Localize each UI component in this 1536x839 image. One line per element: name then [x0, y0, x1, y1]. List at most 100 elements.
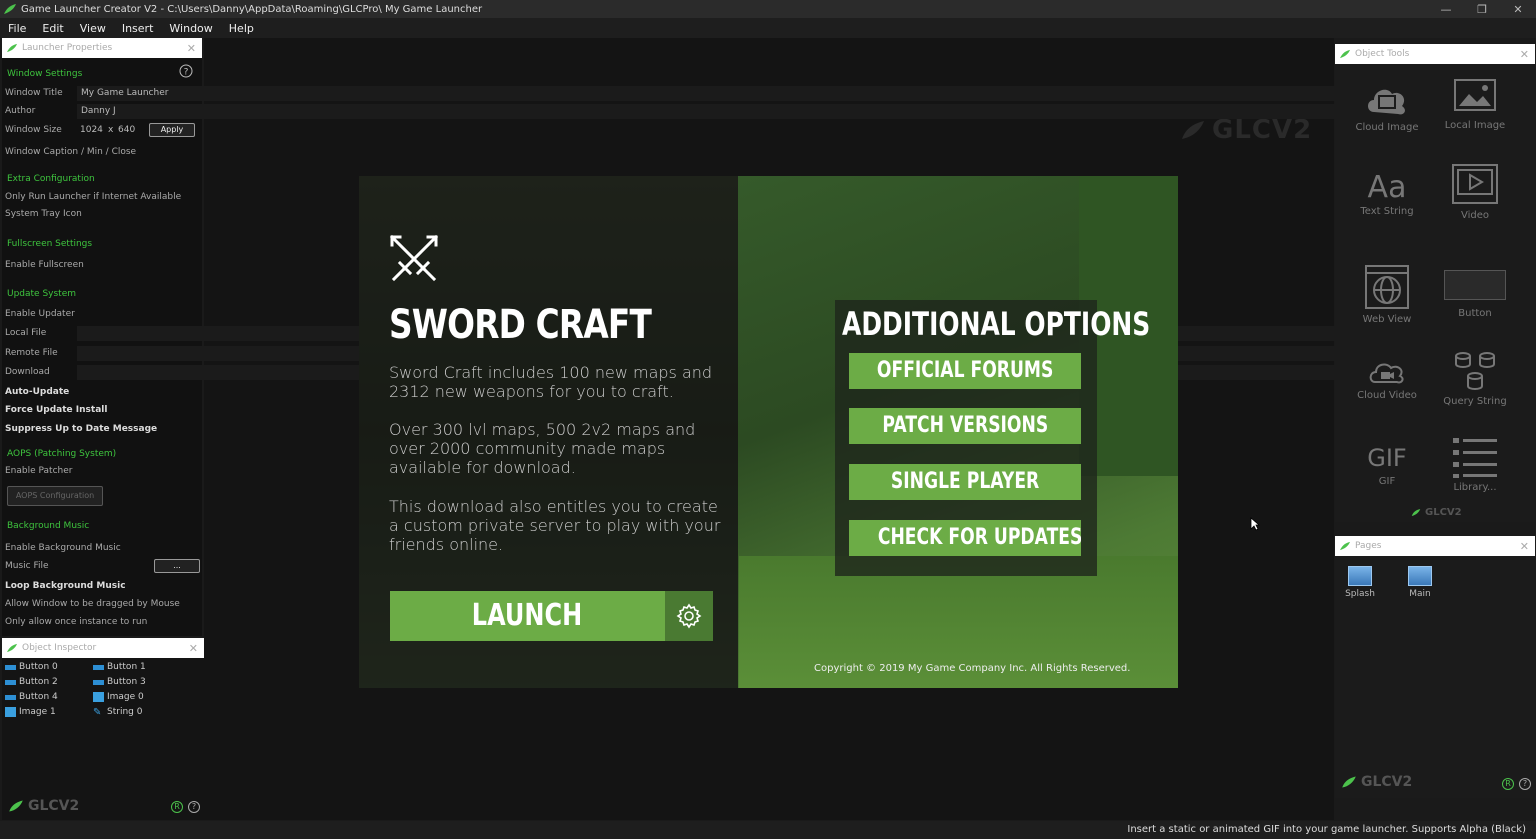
cloud-image-icon — [1368, 89, 1405, 115]
reset-icon[interactable]: R — [171, 801, 183, 813]
inspector-item[interactable]: Button 1 — [93, 662, 146, 672]
height-input[interactable]: 640 — [118, 125, 135, 135]
launcher-para-3: This download also entitles you to creat… — [389, 497, 721, 554]
button-icon — [93, 664, 104, 670]
menu-help[interactable]: Help — [221, 22, 262, 35]
page-splash[interactable]: Splash — [1340, 566, 1380, 599]
window-title-row: Window Title My Game Launcher — [5, 85, 1528, 101]
page-main[interactable]: Main — [1400, 566, 1440, 599]
panel-title: Object Inspector — [22, 643, 97, 653]
glc-leaf-icon — [1342, 776, 1356, 788]
local-image-icon — [1454, 79, 1496, 111]
help-icon[interactable]: ? — [1519, 778, 1531, 790]
button-icon — [93, 679, 104, 685]
menu-file[interactable]: File — [0, 22, 34, 35]
object-tools-header: Object Tools ✕ — [1335, 44, 1535, 64]
leaf-icon — [1340, 49, 1350, 59]
single-player-button[interactable]: SINGLE PLAYER — [849, 464, 1081, 500]
panel-title: Pages — [1355, 541, 1382, 551]
web-view-icon — [1365, 265, 1409, 309]
launcher-para-1: Sword Craft includes 100 new maps and 23… — [389, 363, 713, 401]
tool-text-string[interactable]: Aa Text String — [1347, 170, 1427, 217]
button-icon — [5, 694, 16, 700]
inspector-item[interactable]: Button 0 — [5, 662, 58, 672]
check-updates-button[interactable]: CHECK FOR UPDATES — [849, 520, 1081, 556]
launcher-title: SWORD CRAFT — [389, 302, 652, 348]
pages-header: Pages ✕ — [1335, 536, 1535, 556]
tool-web-view[interactable]: Web View — [1347, 264, 1427, 325]
minimize-button[interactable]: — — [1428, 3, 1464, 16]
aops-config-button[interactable]: AOPS Configuration — [7, 486, 103, 506]
apply-button[interactable]: Apply — [149, 123, 195, 137]
title-bar: Game Launcher Creator V2 - C:\Users\Dann… — [0, 0, 1536, 18]
section-music: Background Music — [7, 521, 90, 531]
menu-view[interactable]: View — [72, 22, 114, 35]
string-icon: ✎ — [93, 707, 102, 718]
inspector-item[interactable]: ✎ String 0 — [93, 707, 142, 718]
inspector-item[interactable]: Button 2 — [5, 677, 58, 687]
tool-local-image[interactable]: Local Image — [1435, 76, 1515, 131]
inspector-item[interactable]: Button 3 — [93, 677, 146, 687]
browse-music-button[interactable]: ... — [154, 559, 200, 573]
size-x: x — [108, 125, 114, 135]
window-title-input[interactable]: My Game Launcher — [77, 85, 1528, 101]
help-icon[interactable]: ? — [179, 64, 193, 78]
section-extra: Extra Configuration — [7, 174, 95, 184]
tool-cloud-video[interactable]: Cloud Video — [1347, 356, 1427, 401]
library-icon — [1453, 438, 1497, 478]
patch-versions-button[interactable]: PATCH VERSIONS — [849, 408, 1081, 444]
tool-video[interactable]: Video — [1435, 162, 1515, 221]
menu-insert[interactable]: Insert — [114, 22, 162, 35]
query-string-icon — [1455, 352, 1495, 390]
app-leaf-icon — [4, 4, 16, 14]
crossed-swords-icon — [389, 234, 439, 282]
author-row: Author Danny J — [5, 103, 1528, 119]
close-icon[interactable]: ✕ — [187, 42, 196, 55]
image-icon — [93, 692, 104, 702]
panel-title: Object Tools — [1355, 49, 1410, 59]
inspector-item[interactable]: Button 4 — [5, 692, 58, 702]
tool-cloud-image[interactable]: Cloud Image — [1347, 76, 1427, 133]
section-update: Update System — [7, 289, 77, 299]
close-icon[interactable]: ✕ — [1520, 48, 1529, 61]
tool-query-string[interactable]: Query String — [1435, 350, 1515, 407]
close-icon[interactable]: ✕ — [189, 642, 198, 655]
author-input[interactable]: Danny J — [77, 103, 1528, 119]
launch-button[interactable]: LAUNCH — [390, 591, 665, 641]
tool-gif[interactable]: GIF GIF — [1347, 440, 1427, 487]
help-icon[interactable]: ? — [188, 801, 200, 813]
video-icon — [1452, 164, 1498, 204]
width-input[interactable]: 1024 — [80, 125, 103, 135]
section-aops: AOPS (Patching System) — [7, 449, 117, 459]
glc-leaf-icon — [1411, 509, 1421, 516]
menu-window[interactable]: Window — [161, 22, 220, 35]
tool-library[interactable]: Library... — [1435, 434, 1515, 493]
status-bar: Insert a static or animated GIF into you… — [0, 821, 1536, 839]
official-forums-button[interactable]: OFFICIAL FORUMS — [849, 353, 1081, 389]
settings-button[interactable] — [665, 591, 713, 641]
inspector-item[interactable]: Image 0 — [93, 692, 144, 702]
close-icon[interactable]: ✕ — [1520, 540, 1529, 553]
glc-leaf-icon — [9, 800, 23, 812]
tool-button[interactable]: Button — [1435, 270, 1515, 319]
object-inspector-panel: Object Inspector ✕ Button 0 Button 1 But… — [2, 638, 204, 820]
close-button[interactable]: ✕ — [1500, 3, 1536, 16]
window-title: Game Launcher Creator V2 - C:\Users\Dann… — [21, 3, 483, 15]
button-tool-icon — [1444, 270, 1506, 300]
inspector-item[interactable]: Image 1 — [5, 707, 56, 717]
object-tools-panel: Object Tools ✕ Cloud Image Local Image A… — [1335, 44, 1535, 522]
text-string-icon: Aa — [1367, 170, 1407, 205]
menu-edit[interactable]: Edit — [34, 22, 71, 35]
pages-panel: Pages ✕ Splash Main GLCV2 R ? — [1335, 536, 1535, 798]
gif-icon: GIF — [1367, 444, 1407, 472]
launcher-properties-header: Launcher Properties ✕ — [2, 38, 202, 58]
reset-icon[interactable]: R — [1502, 778, 1514, 790]
panel-title: Launcher Properties — [22, 43, 113, 53]
leaf-icon — [7, 43, 17, 53]
restore-button[interactable]: ❐ — [1464, 3, 1500, 16]
window-size-row: Window Size — [5, 125, 62, 135]
mouse-cursor-icon — [1250, 517, 1260, 531]
options-title: ADDITIONAL OPTIONS — [842, 305, 1151, 343]
caption-row: Window Caption / Min / Close — [5, 144, 1528, 160]
cloud-video-icon — [1369, 363, 1404, 384]
